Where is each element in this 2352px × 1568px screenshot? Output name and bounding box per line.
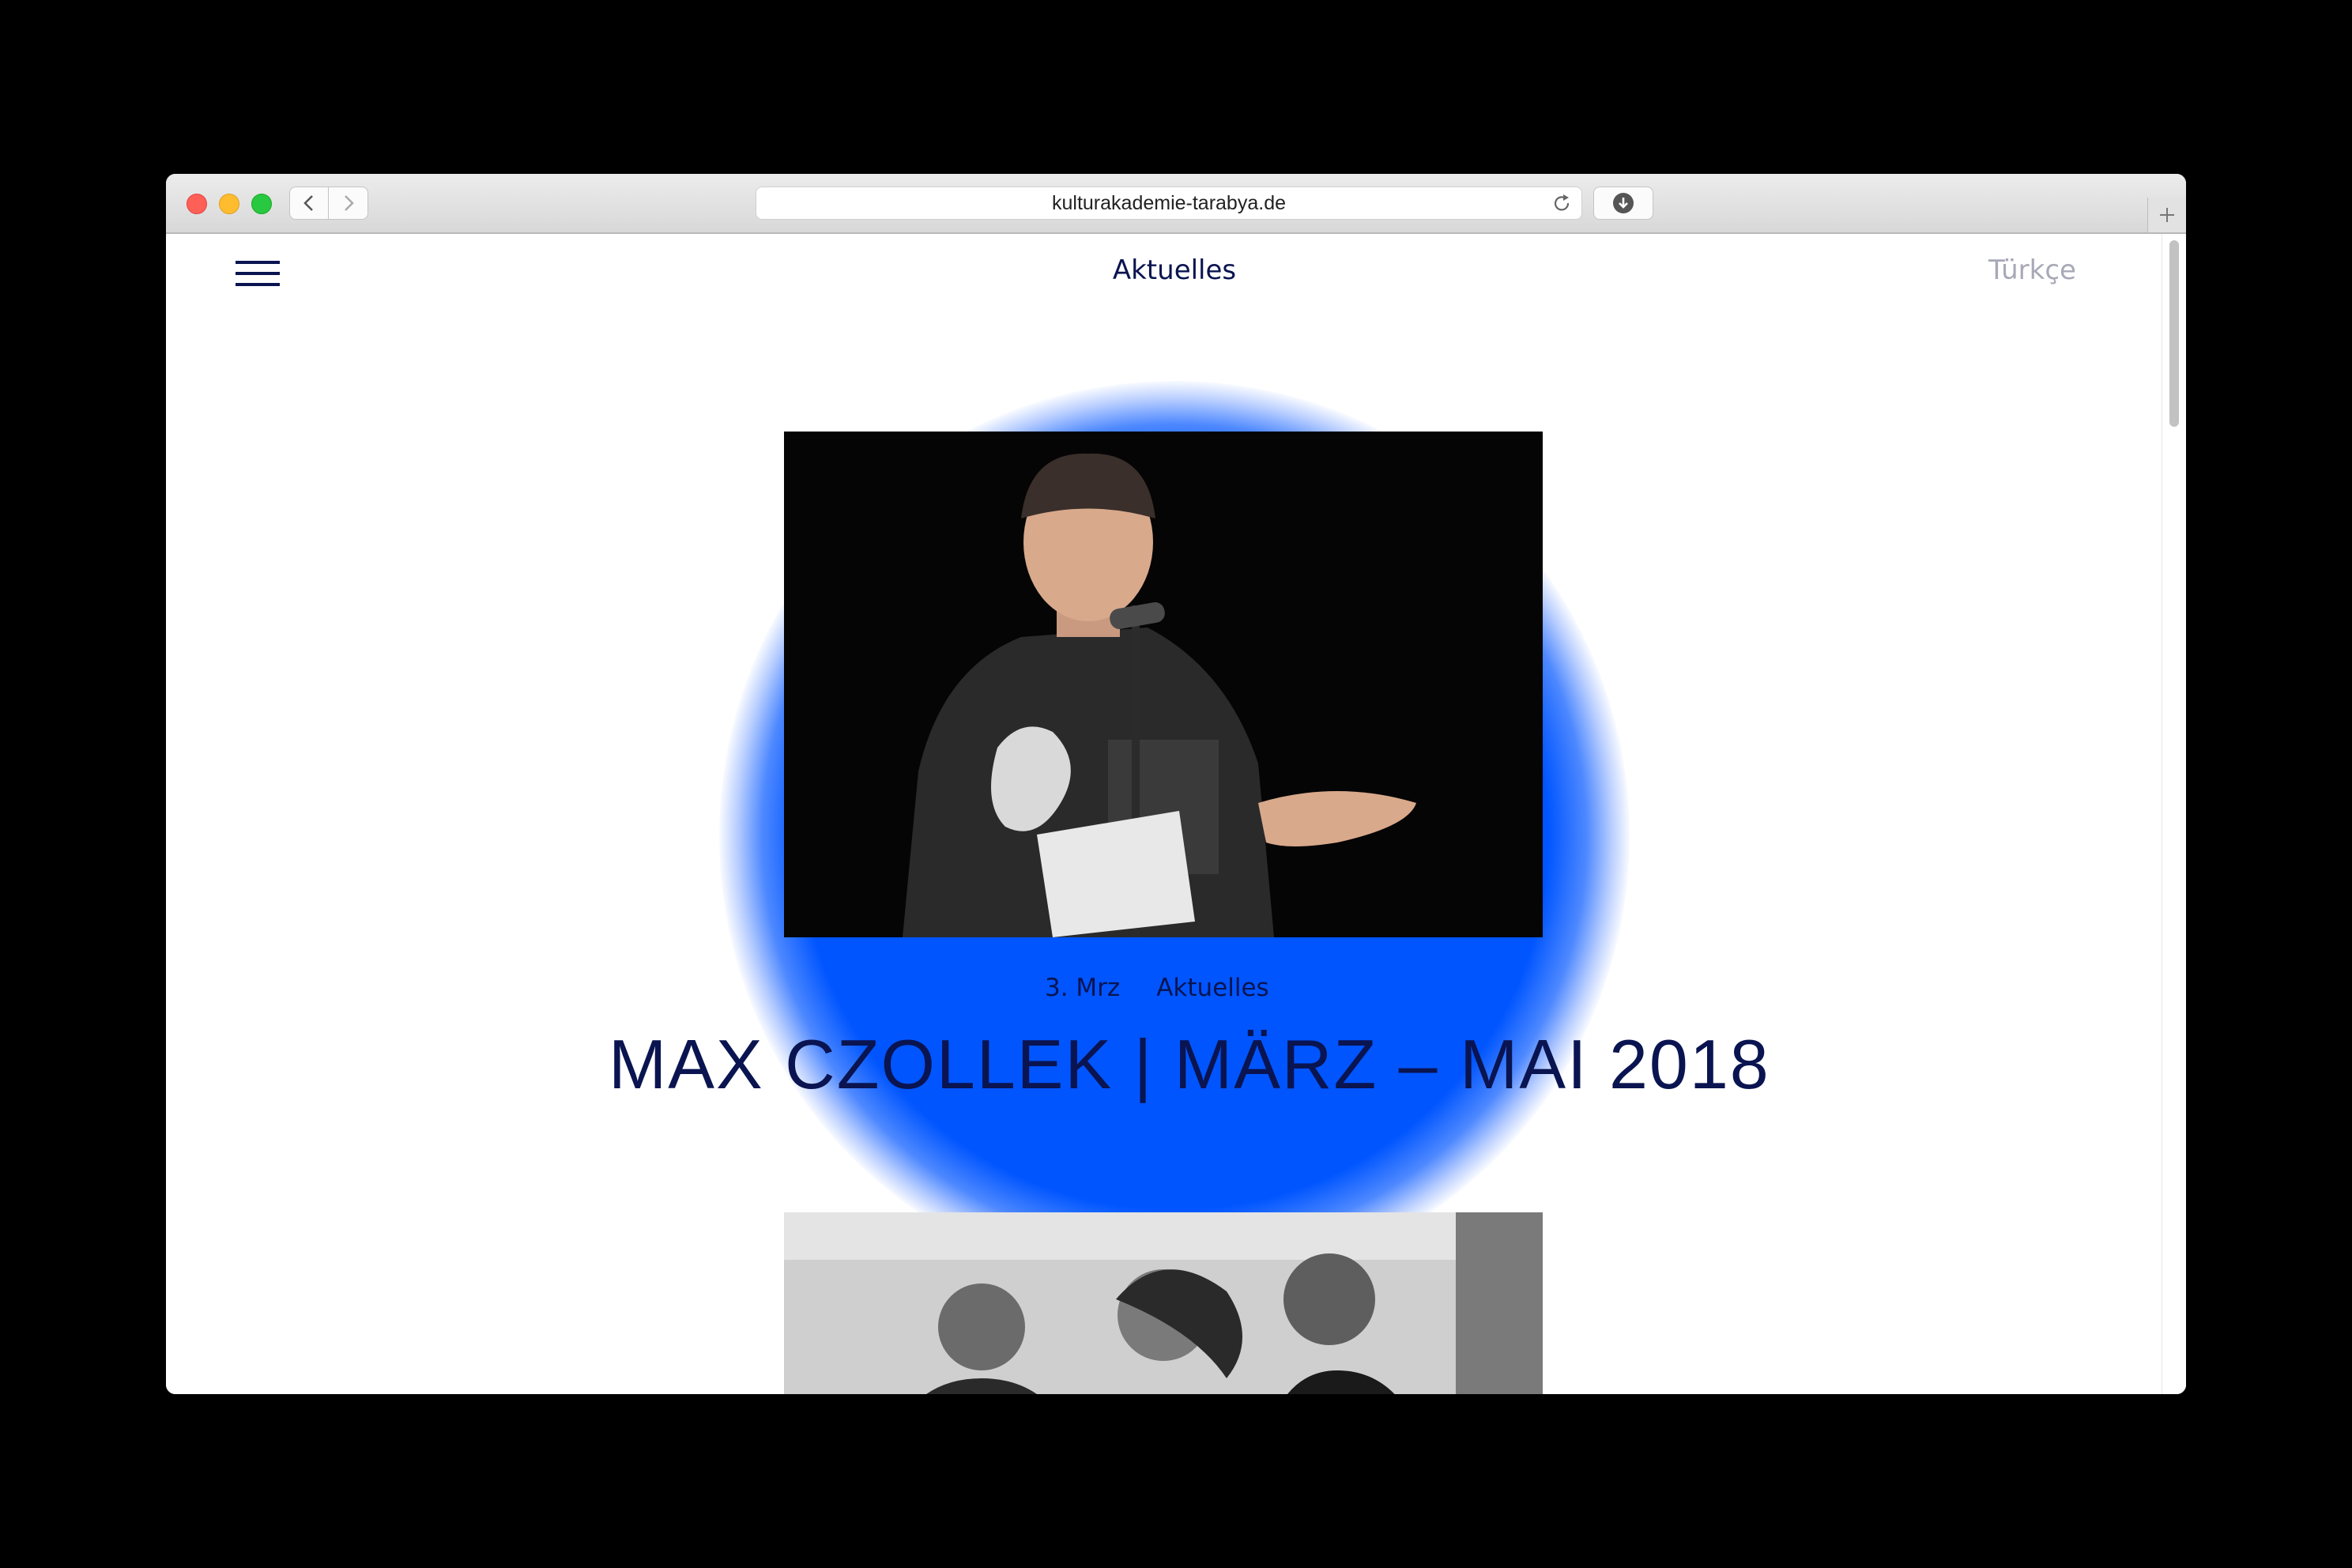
hamburger-menu-icon[interactable]: [236, 258, 281, 289]
reload-icon[interactable]: [1550, 192, 1574, 216]
post-image-group[interactable]: [784, 1212, 1543, 1394]
chevron-left-icon: [303, 195, 313, 211]
group-photo-illustration: [784, 1212, 1543, 1394]
new-tab-button[interactable]: [2147, 198, 2186, 232]
performer-photo-illustration: [784, 432, 1543, 937]
page-viewport: Aktuelles Türkçe 3. Mrz Aktuelles MAX CZ…: [166, 234, 2186, 1394]
minimize-dot-icon[interactable]: [219, 194, 239, 214]
post-image-performer[interactable]: [784, 432, 1543, 937]
scrollbar-thumb[interactable]: [2169, 240, 2179, 427]
vertical-scrollbar[interactable]: [2162, 234, 2186, 1394]
browser-toolbar: kulturakademie-tarabya.de: [166, 174, 2186, 234]
chevron-right-icon: [344, 195, 354, 211]
plus-icon: [2160, 208, 2174, 222]
download-icon: [1613, 193, 1634, 213]
address-bar[interactable]: kulturakademie-tarabya.de: [756, 187, 1582, 220]
post-category[interactable]: Aktuelles: [1156, 974, 1268, 1002]
download-button[interactable]: [1593, 187, 1653, 220]
post-meta: 3. Mrz Aktuelles: [1045, 974, 1282, 1002]
maximize-dot-icon[interactable]: [251, 194, 272, 214]
back-button[interactable]: [289, 187, 329, 220]
history-buttons: [289, 187, 370, 220]
close-dot-icon[interactable]: [187, 194, 207, 214]
browser-window: kulturakademie-tarabya.de Aktuelles Türk…: [166, 174, 2186, 1394]
post-title[interactable]: MAX CZOLLEK | MÄRZ – MAI 2018: [609, 1024, 1769, 1105]
page-nav-title[interactable]: Aktuelles: [1056, 254, 1293, 286]
language-switch-link[interactable]: Türkçe: [1988, 254, 2076, 286]
address-url: kulturakademie-tarabya.de: [1052, 191, 1286, 214]
forward-button[interactable]: [329, 187, 368, 220]
post-date: 3. Mrz: [1045, 974, 1121, 1002]
